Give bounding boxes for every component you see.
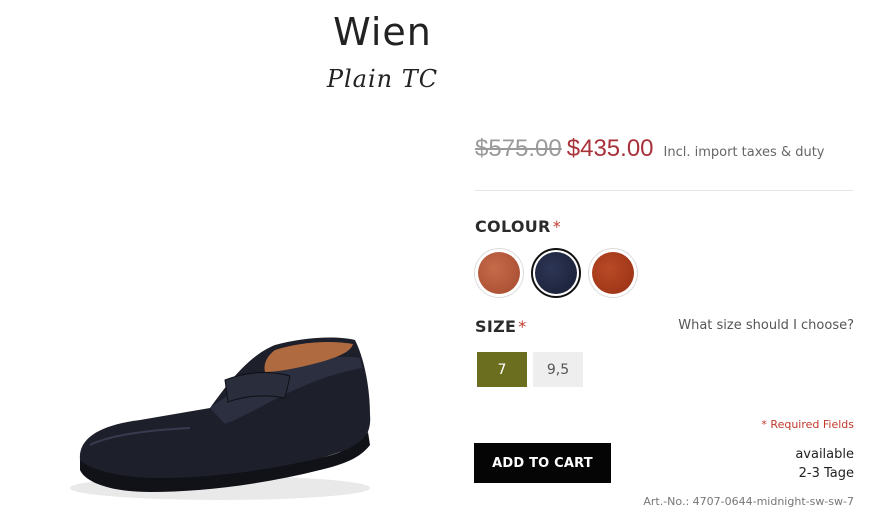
- colour-swatch-midnight[interactable]: [531, 248, 581, 298]
- size-options: 7 9,5: [477, 352, 583, 387]
- colour-label-text: COLOUR: [475, 217, 551, 236]
- size-label-text: SIZE: [475, 317, 517, 336]
- price-row: $575.00 $435.00 Incl. import taxes & dut…: [475, 135, 825, 163]
- required-fields-note: * Required Fields: [761, 418, 854, 431]
- divider: [475, 190, 853, 191]
- original-price: $575.00: [475, 135, 562, 162]
- colour-swatch-light-brown[interactable]: [474, 248, 524, 298]
- swatch-fill: [592, 252, 634, 294]
- size-label: SIZE *: [475, 317, 527, 336]
- colour-swatches: [474, 248, 638, 298]
- article-number: Art.-No.: 4707-0644-midnight-sw-sw-7: [643, 495, 854, 508]
- availability: available 2-3 Tage: [795, 445, 854, 483]
- required-marker: *: [552, 217, 561, 236]
- required-marker: *: [518, 317, 527, 336]
- add-to-cart-button[interactable]: ADD TO CART: [474, 443, 611, 483]
- loafer-shoe-image: [70, 337, 371, 500]
- size-option-9-5[interactable]: 9,5: [533, 352, 583, 387]
- size-guide-link[interactable]: What size should I choose?: [678, 318, 854, 333]
- product-title: Wien: [333, 10, 432, 54]
- sale-price: $435.00: [566, 135, 654, 162]
- delivery-time: 2-3 Tage: [798, 466, 854, 481]
- swatch-fill: [478, 252, 520, 294]
- tax-note: Incl. import taxes & duty: [663, 145, 825, 160]
- colour-swatch-chestnut[interactable]: [588, 248, 638, 298]
- size-option-7[interactable]: 7: [477, 352, 527, 387]
- product-model: Plain TC: [326, 65, 439, 93]
- colour-label: COLOUR *: [475, 217, 561, 236]
- availability-status: available: [795, 447, 854, 462]
- swatch-fill: [535, 252, 577, 294]
